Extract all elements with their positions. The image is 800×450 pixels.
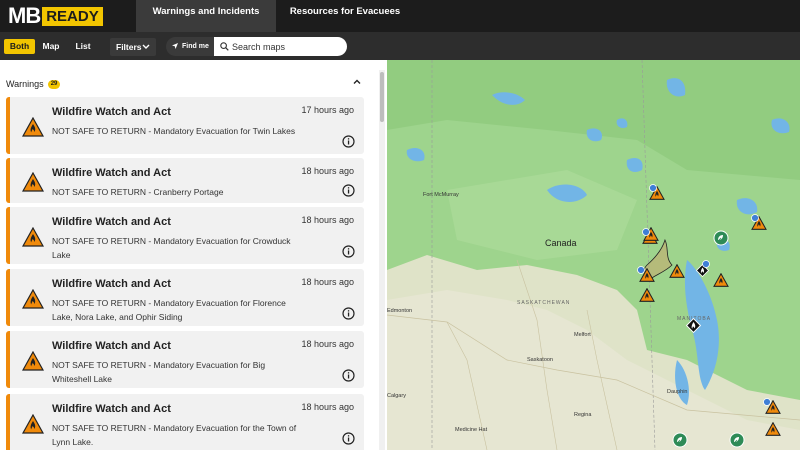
search-icon — [220, 42, 229, 51]
cluster-pin-icon[interactable] — [649, 184, 657, 192]
map-label-edmonton: Edmonton — [387, 308, 413, 314]
view-map-button[interactable]: Map — [37, 39, 65, 54]
wildfire-marker-icon[interactable] — [765, 422, 781, 436]
warning-title: Wildfire Watch and Act — [52, 278, 171, 290]
chevron-up-icon[interactable] — [352, 77, 362, 87]
warning-description: NOT SAFE TO RETURN - Cranberry Portage — [52, 187, 224, 197]
wildfire-warning-icon — [22, 414, 44, 434]
map-label-canada: Canada — [545, 238, 577, 248]
location-arrow-icon — [172, 43, 178, 49]
mb-ready-logo[interactable]: MB READY — [8, 3, 103, 28]
map-basemap[interactable] — [387, 60, 800, 450]
cluster-pin-icon[interactable] — [763, 398, 771, 406]
evacuee-resource-marker-icon[interactable] — [672, 432, 688, 448]
wildfire-marker-icon[interactable] — [639, 288, 655, 302]
warning-description: NOT SAFE TO RETURN - Mandatory Evacuatio… — [52, 126, 296, 136]
map-label-regina: Regina — [574, 412, 592, 418]
warning-time: 18 hours ago — [301, 166, 354, 176]
top-navigation-bar: MB READY Warnings and Incidents Resource… — [0, 0, 800, 32]
wildfire-warning-icon — [22, 117, 44, 137]
warning-description: NOT SAFE TO RETURN - Mandatory Evacuatio… — [52, 236, 291, 260]
filters-button[interactable]: Filters — [110, 38, 156, 56]
warning-card[interactable]: Wildfire Watch and Act 18 hours ago NOT … — [6, 207, 364, 264]
wildfire-warning-icon — [22, 172, 44, 192]
warnings-header[interactable]: Warnings 29 — [6, 79, 61, 89]
map-label-melfort: Melfort — [574, 332, 591, 338]
info-icon[interactable] — [342, 245, 355, 258]
warnings-list-panel: Warnings 29 Wildfire Watch and Act 17 ho… — [0, 60, 387, 450]
wildfire-marker-icon[interactable] — [713, 273, 729, 287]
map-label-dauphin: Dauphin — [667, 389, 688, 395]
warning-time: 18 hours ago — [301, 402, 354, 412]
map-label-saskatoon: Saskatoon — [527, 357, 553, 363]
info-icon[interactable] — [342, 369, 355, 382]
map-toolbar: Both Map List Filters Find me — [0, 32, 800, 60]
warning-card[interactable]: Wildfire Watch and Act 18 hours ago NOT … — [6, 331, 364, 388]
info-icon[interactable] — [342, 432, 355, 445]
cluster-pin-icon[interactable] — [642, 228, 650, 236]
warning-card[interactable]: Wildfire Watch and Act 18 hours ago NOT … — [6, 158, 364, 203]
view-both-button[interactable]: Both — [4, 39, 35, 54]
warning-time: 18 hours ago — [301, 339, 354, 349]
cluster-pin-icon[interactable] — [702, 260, 710, 268]
evacuee-resource-marker-icon[interactable] — [729, 432, 745, 448]
warning-time: 17 hours ago — [301, 105, 354, 115]
warning-title: Wildfire Watch and Act — [52, 167, 171, 179]
search-input[interactable] — [232, 39, 340, 54]
tab-resources-for-evacuees[interactable]: Resources for Evacuees — [284, 0, 406, 32]
search-box[interactable] — [214, 37, 347, 56]
cluster-pin-icon[interactable] — [637, 266, 645, 274]
warning-description: NOT SAFE TO RETURN - Mandatory Evacuatio… — [52, 423, 297, 447]
find-me-button[interactable]: Find me — [166, 37, 216, 56]
find-me-label: Find me — [182, 43, 209, 50]
warnings-count-badge: 29 — [47, 79, 61, 89]
warning-title: Wildfire Watch and Act — [52, 106, 171, 118]
info-icon[interactable] — [342, 307, 355, 320]
info-icon[interactable] — [342, 184, 355, 197]
warning-time: 18 hours ago — [301, 215, 354, 225]
warning-title: Wildfire Watch and Act — [52, 403, 171, 415]
cluster-pin-icon[interactable] — [751, 214, 759, 222]
wildfire-warning-icon — [22, 227, 44, 247]
evacuee-resource-marker-icon[interactable] — [713, 230, 729, 246]
warning-title: Wildfire Watch and Act — [52, 216, 171, 228]
warning-card[interactable]: Wildfire Watch and Act 18 hours ago NOT … — [6, 269, 364, 326]
wildfire-warning-icon — [22, 351, 44, 371]
list-scrollbar-track[interactable] — [379, 70, 385, 450]
logo-mb-text: MB — [8, 3, 41, 28]
wildfire-marker-icon[interactable] — [669, 264, 685, 278]
map-label-fort-mcmurray: Fort McMurray — [423, 192, 459, 198]
map-view[interactable]: Fort McMurray Canada SASKATCHEWAN MANITO… — [387, 60, 800, 450]
warning-description: NOT SAFE TO RETURN - Mandatory Evacuatio… — [52, 298, 286, 322]
warnings-title: Warnings — [6, 79, 44, 89]
map-label-calgary: Calgary — [387, 393, 406, 399]
warning-title: Wildfire Watch and Act — [52, 340, 171, 352]
tab-warnings-and-incidents[interactable]: Warnings and Incidents — [136, 0, 276, 32]
wildfire-warning-icon — [22, 289, 44, 309]
warning-description: NOT SAFE TO RETURN - Mandatory Evacuatio… — [52, 360, 266, 384]
warning-card[interactable]: Wildfire Watch and Act 17 hours ago NOT … — [6, 97, 364, 154]
info-icon[interactable] — [342, 135, 355, 148]
list-scrollbar-thumb[interactable] — [380, 72, 384, 122]
logo-ready-badge: READY — [42, 6, 103, 26]
warning-time: 18 hours ago — [301, 277, 354, 287]
chevron-down-icon — [142, 44, 150, 49]
map-label-saskatchewan: SASKATCHEWAN — [517, 300, 571, 306]
view-list-button[interactable]: List — [68, 39, 98, 54]
map-label-medicine-hat: Medicine Hat — [455, 427, 488, 433]
filters-label: Filters — [116, 42, 142, 52]
fire-incident-marker-icon[interactable] — [686, 318, 701, 333]
warning-card[interactable]: Wildfire Watch and Act 18 hours ago NOT … — [6, 394, 364, 450]
